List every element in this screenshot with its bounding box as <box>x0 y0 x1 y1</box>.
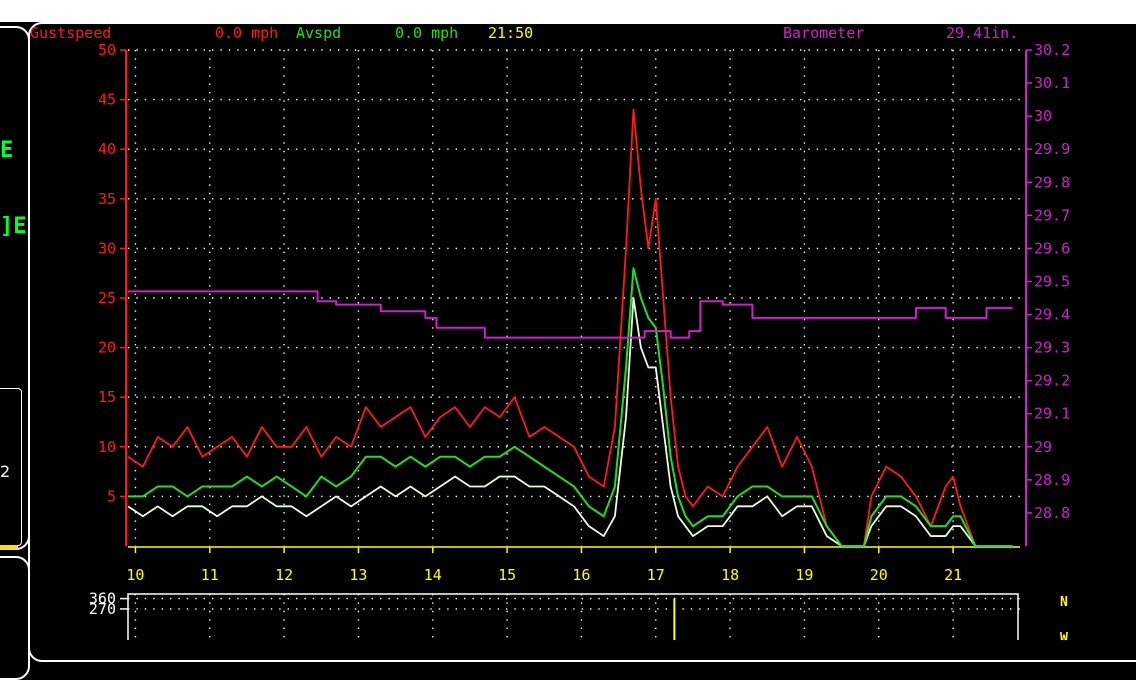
x-tick-label: 19 <box>795 566 813 584</box>
x-tick-label: 12 <box>275 566 293 584</box>
chart-axes <box>125 50 1027 548</box>
chart-header: Gustspeed 0.0 mph Avspd 0.0 mph 21:50 Ba… <box>30 24 1018 42</box>
direction-tick-label: 360 <box>89 590 116 608</box>
right-tick-label: 29.6 <box>1034 239 1070 257</box>
x-tick-label: 17 <box>647 566 665 584</box>
right-tick-label: 29.3 <box>1034 339 1070 357</box>
barometer-label: Barometer <box>783 24 864 42</box>
right-tick-label: 29.9 <box>1034 140 1070 158</box>
weather-chart: Gustspeed 0.0 mph Avspd 0.0 mph 21:50 Ba… <box>30 24 1070 640</box>
right-tick-label: 29.4 <box>1034 306 1070 324</box>
right-tick-label: 29.5 <box>1034 272 1070 290</box>
right-tick-label: 29 <box>1034 438 1052 456</box>
left-tick-label: 45 <box>98 91 116 109</box>
right-tick-label: 30.1 <box>1034 74 1070 92</box>
gust-value: 0.0 mph <box>215 24 278 42</box>
barometer-value: 29.41in. <box>946 24 1018 42</box>
right-tick-label: 30.2 <box>1034 41 1070 59</box>
x-tick-label: 21 <box>944 566 962 584</box>
x-tick-label: 14 <box>424 566 442 584</box>
left-tick-label: 30 <box>98 239 116 257</box>
chart-grid <box>128 49 1020 546</box>
direction-compass-label: W <box>1060 631 1068 640</box>
x-tick-label: 18 <box>721 566 739 584</box>
gust-label: Gustspeed <box>30 24 111 42</box>
left-tick-label: 20 <box>98 339 116 357</box>
time-readout: 21:50 <box>488 24 533 42</box>
gust-series-line <box>127 108 1013 547</box>
x-tick-label: 13 <box>349 566 367 584</box>
avspd-value: 0.0 mph <box>395 24 458 42</box>
right-tick-label: 28.8 <box>1034 504 1070 522</box>
x-tick-label: 16 <box>572 566 590 584</box>
x-tick-label: 20 <box>870 566 888 584</box>
direction-plot-frame <box>127 593 1019 640</box>
left-tick-label: 50 <box>98 41 116 59</box>
left-tick-label: 10 <box>98 438 116 456</box>
direction-chart: 270360 NW <box>89 590 1068 640</box>
right-tick-label: 28.9 <box>1034 471 1070 489</box>
x-tick-label: 10 <box>126 566 144 584</box>
left-tick-label: 35 <box>98 190 116 208</box>
right-tick-label: 29.7 <box>1034 206 1070 224</box>
chart-series <box>127 108 1013 547</box>
right-tick-label: 29.8 <box>1034 173 1070 191</box>
left-tick-label: 25 <box>98 289 116 307</box>
chart-ticks: 5 10 15 20 25 30 35 40 45 50 28.8 28.9 29 29.1 29.2 29.… <box>98 41 1070 584</box>
speed-series-line <box>127 297 1013 547</box>
x-tick-label: 15 <box>498 566 516 584</box>
left-tick-label: 40 <box>98 140 116 158</box>
left-tick-label: 15 <box>98 388 116 406</box>
right-tick-label: 30 <box>1034 107 1052 125</box>
right-tick-label: 29.2 <box>1034 372 1070 390</box>
left-tick-label: 5 <box>107 487 116 505</box>
direction-compass-label: N <box>1060 595 1068 610</box>
barometer-series-line <box>128 290 1013 339</box>
x-tick-label: 11 <box>201 566 219 584</box>
right-tick-label: 29.1 <box>1034 405 1070 423</box>
avspd-label: Avspd <box>296 24 341 42</box>
